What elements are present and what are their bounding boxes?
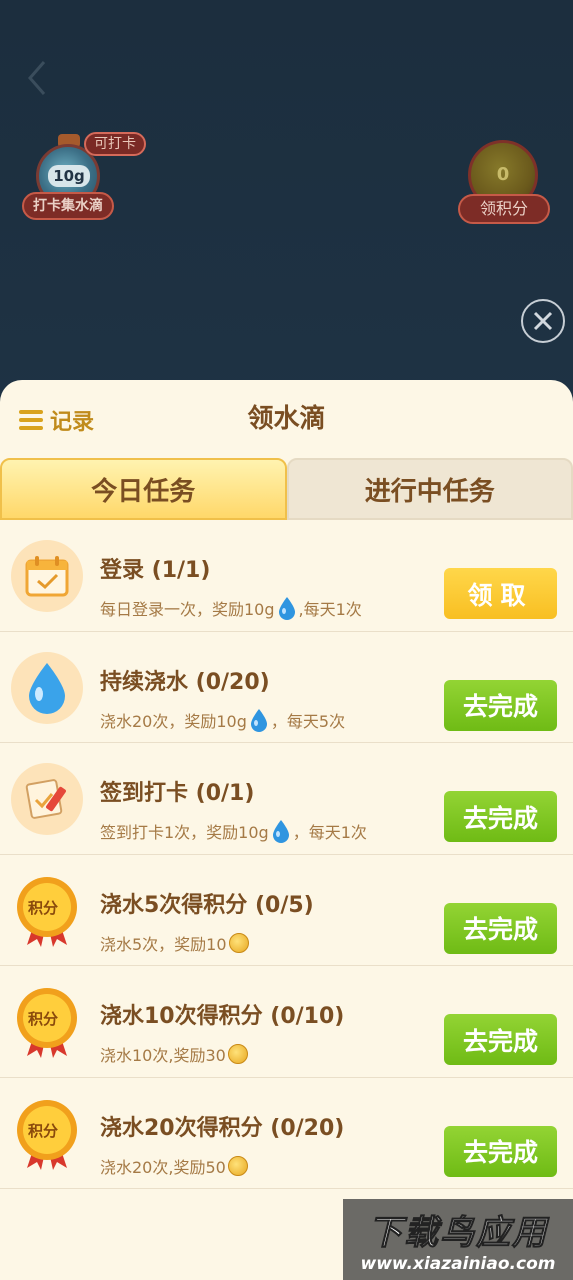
points-medal-icon: 积分 [11,1098,83,1170]
task-title: 浇水10次得积分 (0/10) [100,1004,345,1029]
points-coin-icon [227,1155,248,1176]
watermark-title: 下载鸟应用 [368,1213,548,1254]
task-description: 浇水5次，奖励10 [100,931,251,955]
checkin-widget[interactable]: 10g 可打卡 打卡集水滴 [22,130,152,225]
bottle-amount: 10g [48,165,90,187]
task-row: 持续浇水 (0/20) 浇水20次，奖励10g ，每天5次 去完成 [0,632,573,743]
task-list: 登录 (1/1) 每日登录一次，奖励10g ,每天1次 领取 持续浇水 (0/2… [0,520,573,1189]
task-description: 浇水20次,奖励50 [100,1154,250,1178]
go-complete-button[interactable]: 去完成 [444,1014,557,1065]
go-complete-button[interactable]: 去完成 [444,679,557,731]
medal-text: 积分 [28,1010,59,1028]
task-title: 浇水20次得积分 (0/20) [100,1115,345,1141]
points-medal-icon: 积分 [11,986,83,1058]
task-desc-text: 每日登录一次，奖励10g [100,600,275,619]
task-desc-text: 浇水5次，奖励10 [100,934,227,954]
water-drop-icon [278,597,295,620]
medal-text: 积分 [28,898,59,917]
calendar-icon [11,540,83,612]
task-desc-text: 签到打卡1次，奖励10g [100,823,269,842]
go-complete-button[interactable]: 去完成 [444,902,557,954]
checkin-available-badge: 可打卡 [84,132,146,156]
close-icon [533,311,553,331]
task-row: 签到打卡 (0/1) 签到打卡1次，奖励10g ，每天1次 去完成 [0,743,573,855]
points-caption: 领积分 [458,194,550,224]
claim-button[interactable]: 领取 [444,568,557,619]
checkin-caption: 打卡集水滴 [22,192,114,220]
tab-in-progress-tasks[interactable]: 进行中任务 [286,458,573,520]
water-drop-icon [250,708,267,732]
task-desc-text: ,每天1次 [298,600,362,619]
close-button[interactable] [521,299,565,343]
tab-today-tasks[interactable]: 今日任务 [0,458,287,520]
task-title: 持续浇水 (0/20) [100,669,270,695]
go-complete-button[interactable]: 去完成 [444,791,557,842]
sign-in-note-icon [11,763,83,835]
water-drop-icon [11,651,83,724]
task-desc-text: ，每天5次 [270,711,346,731]
task-title: 浇水5次得积分 (0/5) [100,892,314,918]
task-description: 浇水10次,奖励30 [100,1042,250,1066]
task-row: 登录 (1/1) 每日登录一次，奖励10g ,每天1次 领取 [0,520,573,632]
task-desc-text: 浇水20次,奖励50 [100,1157,226,1177]
water-drop-sheet: 记录 领水滴 今日任务 进行中任务 登录 (1/1) 每日登录一次，奖励10g [0,380,573,1280]
task-description: 浇水20次，奖励10g ，每天5次 [100,708,345,732]
task-row: 积分 浇水5次得积分 (0/5) 浇水5次，奖励10 去完成 [0,855,573,966]
task-tabs: 今日任务 进行中任务 [0,458,573,520]
task-title: 登录 (1/1) [100,558,211,583]
sheet-header: 记录 领水滴 [0,380,573,458]
water-drop-icon [272,820,289,843]
watermark-url: www.xiazainiao.com [360,1254,556,1274]
points-widget[interactable]: 0 领积分 [456,140,552,228]
points-coin-icon [228,932,249,953]
go-complete-button[interactable]: 去完成 [444,1125,557,1177]
task-title: 签到打卡 (0/1) [100,781,255,806]
site-watermark: 下载鸟应用 www.xiazainiao.com [343,1199,573,1280]
task-desc-text: ，每天1次 [292,823,367,842]
medal-text: 积分 [28,1121,59,1140]
points-medal-icon: 积分 [11,875,83,947]
task-description: 签到打卡1次，奖励10g ，每天1次 [100,819,367,843]
task-row: 积分 浇水20次得积分 (0/20) 浇水20次,奖励50 去完成 [0,1078,573,1189]
task-desc-text: 浇水20次，奖励10g [100,711,247,731]
task-desc-text: 浇水10次,奖励30 [100,1046,226,1065]
back-button[interactable] [22,58,52,98]
points-coin-icon [227,1044,248,1064]
task-description: 每日登录一次，奖励10g ,每天1次 [100,596,362,620]
chevron-left-icon [28,61,46,95]
task-row: 积分 浇水10次得积分 (0/10) 浇水10次,奖励30 去完成 [0,966,573,1078]
sheet-title: 领水滴 [247,404,326,434]
